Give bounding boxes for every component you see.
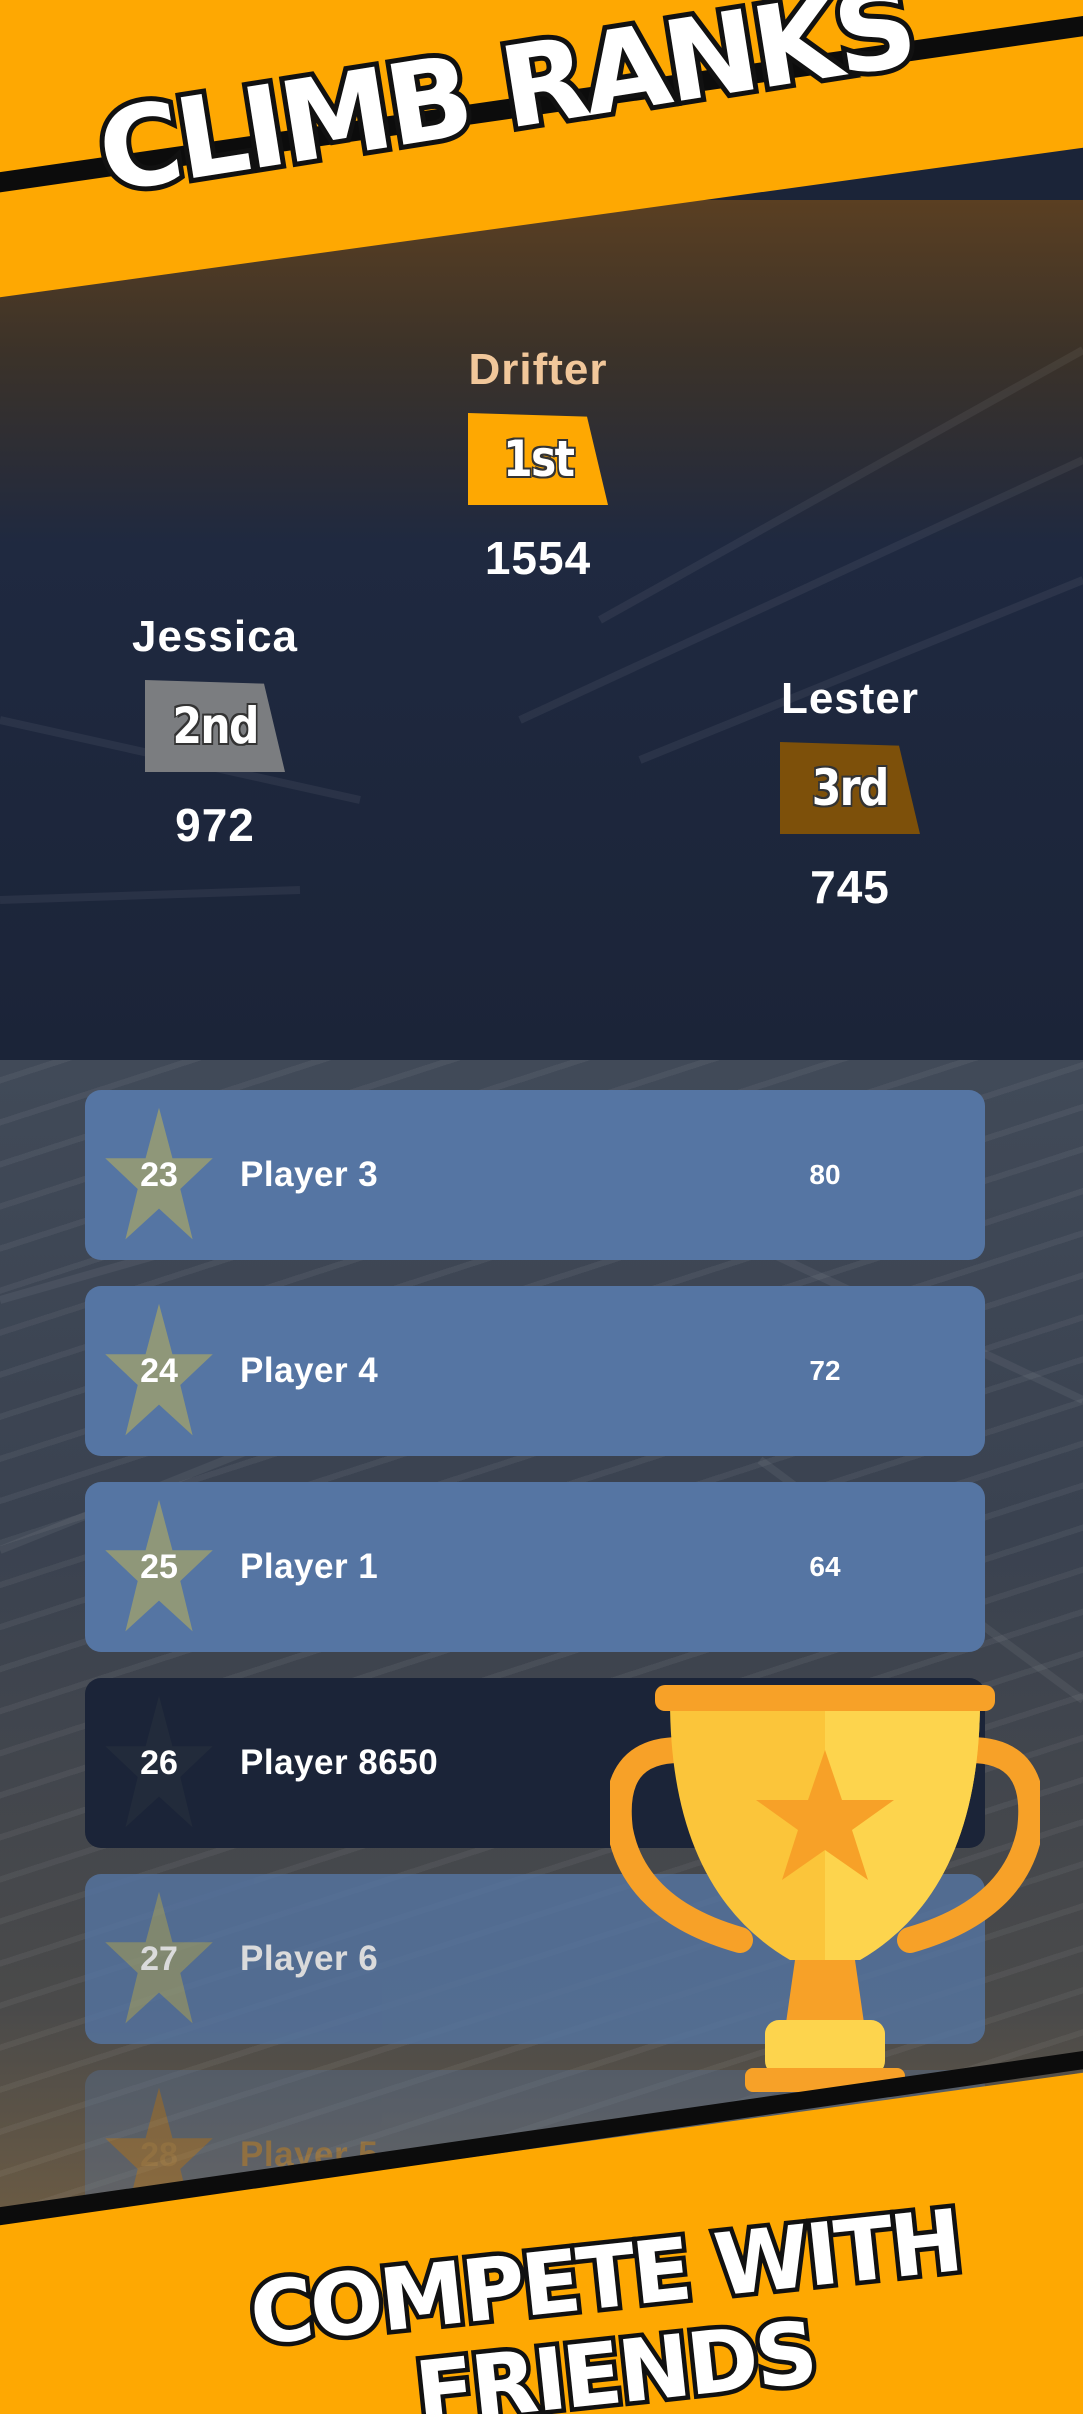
podium-first-badge: 1st — [468, 413, 608, 505]
row-rank: 26 — [140, 1744, 178, 1782]
podium-first-name: Drifter — [468, 345, 608, 394]
podium-second-name: Jessica — [131, 612, 299, 661]
row-rank: 24 — [140, 1352, 178, 1390]
row-score: 80 — [809, 1159, 841, 1190]
row-rank: 27 — [140, 1940, 178, 1978]
podium-second-score: 972 — [175, 799, 255, 851]
podium-third-badge: 3rd — [780, 742, 920, 834]
podium-first-score: 1554 — [484, 532, 592, 584]
leaderboard-row[interactable]: 24 Player 4 72 — [85, 1286, 985, 1456]
podium-third-name: Lester — [780, 674, 920, 723]
podium-second-badge: 2nd — [145, 680, 285, 772]
podium-third-score: 745 — [810, 861, 890, 913]
row-player-name: Player 1 — [240, 1547, 379, 1586]
podium-third[interactable]: Lester 3rd 745 — [720, 674, 980, 914]
row-rank: 25 — [140, 1548, 178, 1586]
podium-second[interactable]: Jessica 2nd 972 — [85, 612, 345, 852]
screen: CLIMB RANKS Drifter 1st 1554 Jessica 2nd… — [0, 0, 1083, 2414]
podium-first-place: 1st — [502, 430, 575, 488]
row-player-name: Player 3 — [240, 1155, 379, 1194]
row-score: 64 — [809, 1551, 841, 1582]
row-rank: 23 — [140, 1156, 178, 1194]
leaderboard-row[interactable]: 25 Player 1 64 — [85, 1482, 985, 1652]
podium-third-place: 3rd — [812, 759, 890, 817]
row-player-name: Player 6 — [240, 1939, 379, 1978]
row-player-name: Player 8650 — [240, 1743, 439, 1782]
row-player-name: Player 4 — [240, 1351, 379, 1390]
podium-second-place: 2nd — [172, 697, 259, 755]
leaderboard-row[interactable]: 23 Player 3 80 — [85, 1090, 985, 1260]
row-score: 72 — [809, 1355, 841, 1386]
trophy-icon — [610, 1685, 1040, 2092]
podium-first[interactable]: Drifter 1st 1554 — [408, 345, 668, 585]
